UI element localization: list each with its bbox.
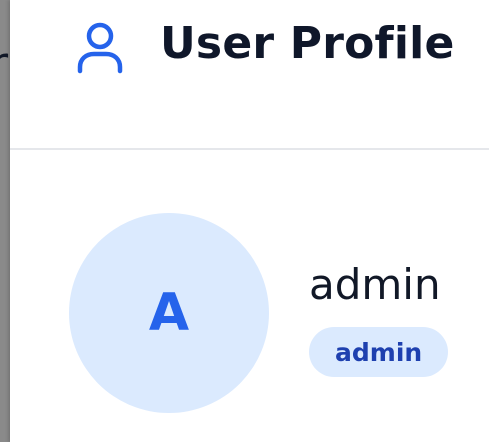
username-label: admin [309, 260, 441, 309]
avatar-initial: A [148, 283, 190, 343]
avatar: A [69, 213, 269, 413]
role-badge: admin [309, 327, 449, 377]
role-badge-label: admin [335, 337, 423, 367]
user-icon [76, 22, 124, 74]
page-title: User Profile [160, 18, 455, 69]
panel-header: User Profile [10, 0, 489, 150]
user-profile-panel: User Profile A admin admin [10, 0, 489, 442]
background-partial-text: r [0, 38, 8, 89]
